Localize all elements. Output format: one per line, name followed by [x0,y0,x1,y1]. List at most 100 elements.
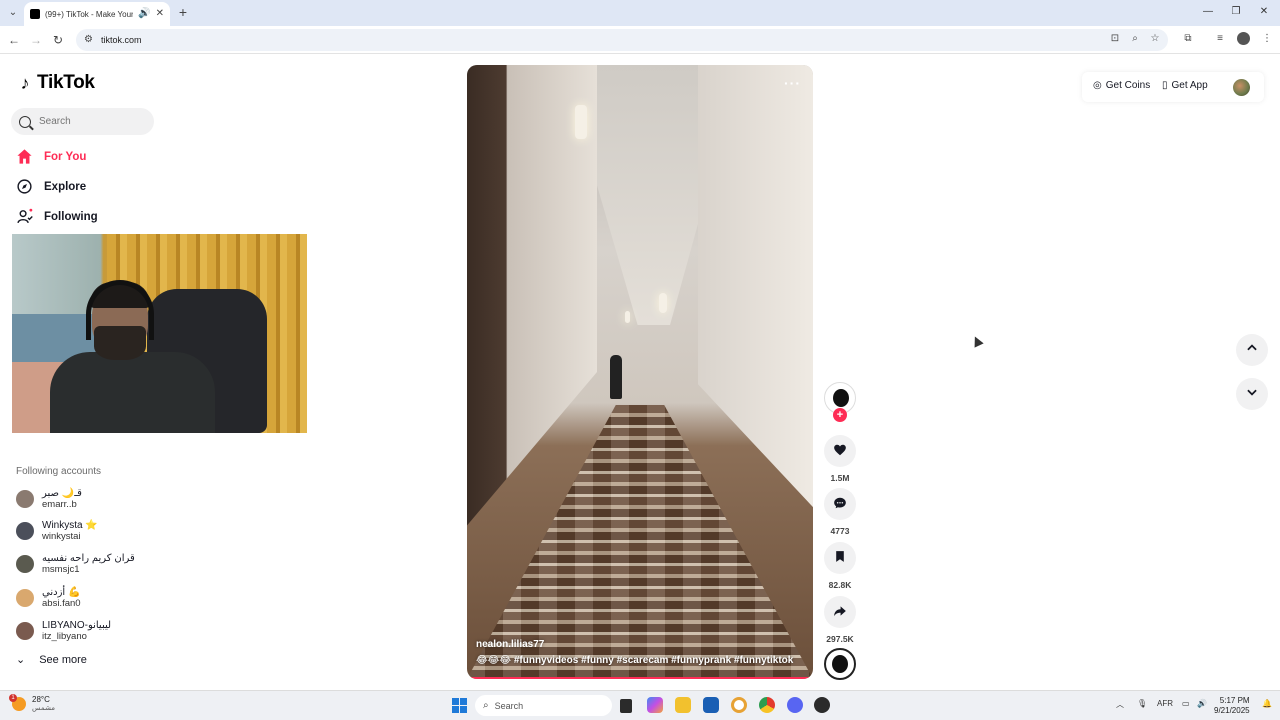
notification-bell-icon[interactable]: 🔔 [1262,699,1272,708]
tiktok-logo[interactable]: ♪ TikTok [16,72,95,94]
taskbar-search[interactable]: ⌕ Search [475,695,612,716]
discord-icon[interactable] [787,697,803,713]
comment-count: 4773 [830,526,850,536]
avatar [16,589,34,607]
start-button-icon[interactable] [452,698,467,713]
weather-widget[interactable]: 1 28°C مشمس [9,694,55,713]
network-icon[interactable]: ▭ [1182,699,1190,708]
search-bar[interactable] [11,108,154,135]
like-count: 1.5M [830,473,850,483]
browser-tab-bar: ⌄ (99+) TikTok - Make Your Da 🔊 ✕ + — ❐ … [0,0,1280,26]
weather-sun-icon: 1 [9,694,26,711]
chrome-icon[interactable] [759,697,775,713]
new-tab-icon[interactable]: + [176,5,190,19]
tiktok-favicon-icon [30,9,40,19]
music-disc[interactable] [824,648,856,680]
following-accounts-heading: Following accounts [16,466,102,477]
account-item[interactable]: Winkysta ⭐ winkystai [16,517,98,545]
comment-button[interactable] [824,488,856,520]
account-item[interactable]: أزدني 💪 absi.fan0 [16,584,81,612]
taskbar-search-label: Search [494,700,524,711]
tab-search-icon[interactable]: ⌄ [6,6,20,20]
nav-following[interactable]: Following [16,208,98,225]
media-control-icon[interactable]: ≡ [1213,32,1227,46]
reload-icon[interactable]: ↻ [50,32,66,48]
save-count: 82.8K [828,580,852,590]
chevron-down-icon: ⌄ [16,653,26,666]
window-close-icon[interactable]: ✕ [1256,4,1272,20]
install-app-icon[interactable]: ⊡ [1108,32,1122,46]
profile-avatar[interactable] [1233,79,1250,96]
comment-icon [833,496,847,513]
next-video-button[interactable] [1236,378,1268,410]
file-explorer-icon[interactable] [675,697,691,713]
app-ring-icon[interactable] [731,697,747,713]
store-icon[interactable] [703,697,719,713]
language-indicator[interactable]: AFR [1157,699,1173,708]
webcam-overlay [12,234,307,433]
tray-chevron-up-icon[interactable]: ︿ [1116,699,1124,710]
account-item[interactable]: قـ🌙 صبر emarr..b [16,485,82,513]
follow-plus-icon[interactable]: + [833,408,847,422]
tab-title: (99+) TikTok - Make Your Da [45,9,134,19]
video-caption[interactable]: 😂😂😂 #funnyvideos #funny #scarecam #funny… [476,655,793,666]
account-name: قران كريم راحه نفسيه [42,553,135,564]
video-figure [610,355,622,399]
wall-lamp [625,311,630,323]
volume-icon[interactable]: 🔊 [1197,699,1207,708]
menu-kebab-icon[interactable]: ⋮ [1260,32,1274,46]
video-player[interactable]: ··· nealon.lilias77 😂😂😂 #funnyvideos #fu… [467,65,813,679]
video-more-icon[interactable]: ··· [784,75,801,91]
url-field[interactable]: ⚙ tiktok.com [76,29,1168,51]
see-more-label: See more [39,654,87,666]
weather-temp: 28°C [32,695,50,704]
weather-desc: مشمس [32,705,55,712]
video-author[interactable]: nealon.lilias77 [476,639,544,650]
account-handle: emarr..b [42,499,77,510]
save-button[interactable] [824,542,856,574]
system-clock[interactable]: 5:17 PM 9/21/2025 [1214,696,1250,716]
phone-icon: ▯ [1162,79,1168,91]
previous-video-button[interactable] [1236,334,1268,366]
nav-explore[interactable]: Explore [16,178,86,195]
clock-date: 9/21/2025 [1214,706,1250,715]
microphone-icon[interactable]: 🎙 [1137,699,1147,708]
account-name: أزدني 💪 [42,587,81,598]
search-icon[interactable] [19,115,31,128]
minimize-icon[interactable]: — [1200,4,1216,20]
share-button[interactable] [824,596,856,628]
see-more-button[interactable]: ⌄ See more [16,654,87,666]
search-input[interactable] [39,116,139,127]
back-icon[interactable]: ← [6,32,22,48]
get-app-button[interactable]: ▯ Get App [1162,80,1208,91]
account-item[interactable]: قران كريم راحه نفسيه msmsjc1 [16,550,135,578]
account-handle: winkystai [42,531,81,542]
site-info-icon[interactable]: ⚙ [84,35,93,45]
browser-tab[interactable]: (99+) TikTok - Make Your Da 🔊 ✕ [24,2,170,26]
nav-label: Explore [44,180,87,193]
avatar [16,555,34,573]
bookmark-star-icon[interactable]: ☆ [1148,32,1162,46]
copilot-icon[interactable] [647,697,663,713]
chevron-down-icon [1245,385,1259,404]
compass-icon [16,178,33,195]
video-progress-bar[interactable] [467,677,813,679]
forward-icon[interactable]: → [28,32,44,48]
speaker-icon[interactable]: 🔊 [138,9,150,19]
account-handle: absi.fan0 [42,598,81,609]
close-tab-icon[interactable]: ✕ [156,9,164,19]
following-icon [16,208,33,225]
like-button[interactable] [824,435,856,467]
nav-for-you[interactable]: For You [16,148,86,165]
share-icon [833,604,847,621]
account-item[interactable]: LIBYANO-ليبيانو itz_libyano [16,617,111,645]
get-coins-button[interactable]: ◎ Get Coins [1093,80,1150,91]
profile-avatar-icon[interactable] [1237,32,1250,45]
tiktok-note-icon: ♪ [20,72,30,93]
extensions-icon[interactable]: ⧉ [1181,32,1195,46]
restore-icon[interactable]: ❐ [1228,4,1244,20]
avatar [16,522,34,540]
zoom-icon[interactable]: ⌕ [1128,32,1142,46]
app-icon[interactable] [814,697,830,713]
task-view-icon[interactable] [620,699,632,713]
